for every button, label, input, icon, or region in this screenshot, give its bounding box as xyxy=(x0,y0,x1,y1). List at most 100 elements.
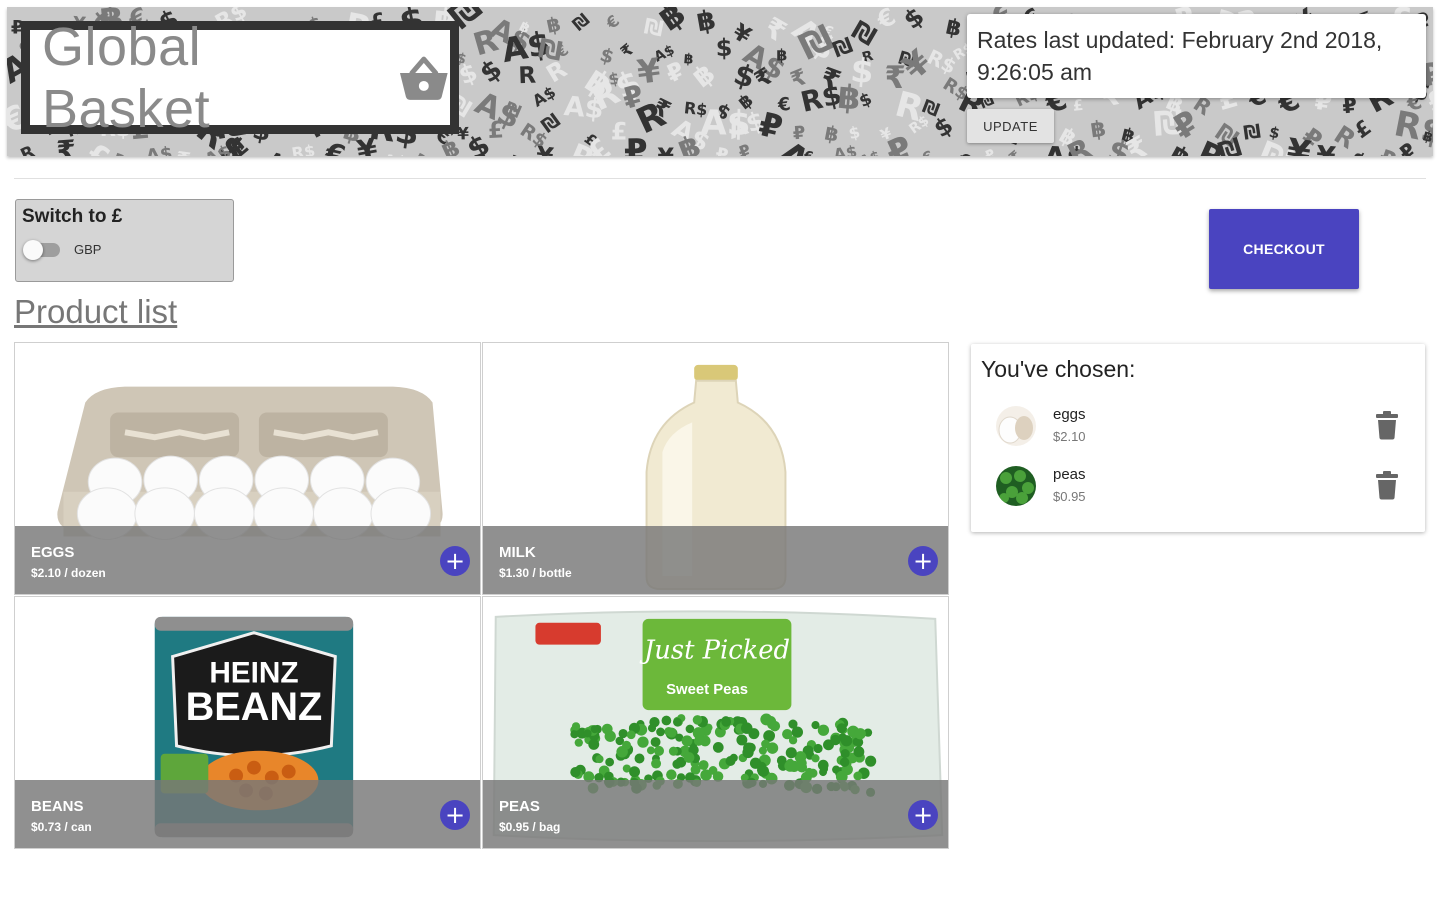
currency-toggle[interactable] xyxy=(23,239,60,260)
pea xyxy=(656,727,665,737)
currency-switch-panel: Switch to £ GBP xyxy=(15,199,234,282)
pea xyxy=(570,730,579,739)
product-name: PEAS xyxy=(499,798,540,815)
app-logo: Global Basket xyxy=(21,17,459,139)
currency-glyph: $ xyxy=(847,122,862,143)
currency-glyph: £ xyxy=(487,117,504,144)
currency-glyph: ฿ xyxy=(823,121,841,147)
currency-glyph: ¥ xyxy=(1284,131,1314,156)
currency-glyph: $ xyxy=(898,7,930,35)
pea xyxy=(765,730,775,740)
pea xyxy=(796,758,807,769)
peas-brand-text: Just Picked xyxy=(639,636,790,666)
eggs-thumbnail xyxy=(996,406,1036,446)
pea xyxy=(729,753,738,762)
currency-glyph: ฿ xyxy=(1089,117,1108,144)
currency-toggle-label: GBP xyxy=(74,242,102,257)
product-tile-peas: Just Picked Sweet Peas PEAS $0.95 / bag … xyxy=(482,596,949,849)
pea xyxy=(712,742,724,753)
pea xyxy=(760,713,773,726)
product-price: $0.73 / can xyxy=(31,820,92,834)
product-name: BEANS xyxy=(31,798,84,815)
currency-glyph: € xyxy=(802,149,814,156)
pea xyxy=(785,747,797,759)
product-name: EGGS xyxy=(31,544,75,561)
pea xyxy=(811,754,820,763)
currency-glyph: ₽ xyxy=(983,146,998,156)
pea xyxy=(626,730,636,740)
add-beans-button[interactable]: + xyxy=(440,800,470,830)
currency-glyph: R xyxy=(518,63,537,90)
currency-glyph: A$ xyxy=(145,143,174,156)
currency-glyph: R$ xyxy=(290,141,316,156)
chosen-item-peas: peas $0.95 xyxy=(971,462,1425,518)
product-price: $2.10 / dozen xyxy=(31,566,106,580)
product-info-bar: BEANS $0.73 / can + xyxy=(15,780,480,848)
pea xyxy=(830,734,841,746)
product-grid: EGGS $2.10 / dozen + MILK $1.30 / bottle… xyxy=(14,342,950,850)
currency-glyph: ¥ xyxy=(534,141,555,156)
pea xyxy=(817,724,830,736)
pea xyxy=(811,721,820,730)
pea xyxy=(651,758,662,769)
currency-glyph: ₪ xyxy=(569,10,594,35)
pea xyxy=(840,735,853,747)
pea xyxy=(583,729,592,738)
pea xyxy=(570,767,581,778)
pea xyxy=(840,748,850,759)
pea xyxy=(673,717,682,727)
pea xyxy=(590,725,599,734)
currency-glyph: € xyxy=(602,11,624,33)
currency-glyph: $ xyxy=(716,34,733,62)
pea xyxy=(666,769,677,780)
peas-product-text: Sweet Peas xyxy=(666,682,748,698)
pea xyxy=(588,738,600,750)
currency-glyph: R xyxy=(18,142,38,156)
currency-glyph: £ xyxy=(1072,96,1084,115)
trash-icon[interactable] xyxy=(1375,470,1399,500)
currency-glyph: ₽ xyxy=(503,149,526,156)
currency-glyph: ฿ xyxy=(943,15,963,43)
header-divider xyxy=(14,178,1426,179)
pea xyxy=(629,766,641,778)
product-name: MILK xyxy=(499,544,536,561)
currency-toggle-row[interactable]: GBP xyxy=(22,239,227,260)
currency-glyph: ₽ xyxy=(736,141,755,156)
update-rates-button[interactable]: UPDATE xyxy=(967,109,1054,143)
product-price: $0.95 / bag xyxy=(499,820,561,834)
pea xyxy=(761,739,770,749)
currency-glyph: ฿ xyxy=(776,46,787,65)
chosen-item-eggs: eggs $2.10 xyxy=(971,402,1425,458)
currency-toggle-thumb[interactable] xyxy=(23,239,43,260)
chosen-item-name: peas xyxy=(1053,466,1086,483)
pea xyxy=(805,767,814,776)
currency-glyph: A$ xyxy=(858,148,883,156)
product-info-bar: MILK $1.30 / bottle + xyxy=(483,526,948,594)
basket-icon xyxy=(400,56,449,100)
pea xyxy=(756,766,766,775)
pea xyxy=(650,737,661,748)
chosen-title: You've chosen: xyxy=(981,356,1136,382)
pea xyxy=(654,745,665,756)
pea xyxy=(784,760,797,772)
product-info-bar: PEAS $0.95 / bag + xyxy=(483,780,948,848)
pea xyxy=(813,743,823,754)
add-milk-button[interactable]: + xyxy=(908,546,938,576)
currency-glyph: ₽ xyxy=(624,132,648,156)
trash-icon[interactable] xyxy=(1375,410,1399,440)
chosen-item-name: eggs xyxy=(1053,406,1086,423)
checkout-button[interactable]: CHECKOUT xyxy=(1209,209,1359,289)
currency-glyph: ¥ xyxy=(1315,139,1338,156)
product-list-heading: Product list xyxy=(14,293,178,330)
chosen-item-price: $0.95 xyxy=(1053,489,1086,504)
pea xyxy=(574,738,583,747)
pea xyxy=(666,727,677,738)
chosen-items-panel: You've chosen: eggs $2.10 peas $0.95 xyxy=(971,344,1425,532)
pea xyxy=(853,746,865,758)
pea xyxy=(634,753,645,764)
pea xyxy=(817,759,829,771)
currency-glyph: A$ xyxy=(383,151,408,156)
currency-glyph: ₽ xyxy=(714,144,730,156)
add-peas-button[interactable]: + xyxy=(908,800,938,830)
add-eggs-button[interactable]: + xyxy=(440,546,470,576)
